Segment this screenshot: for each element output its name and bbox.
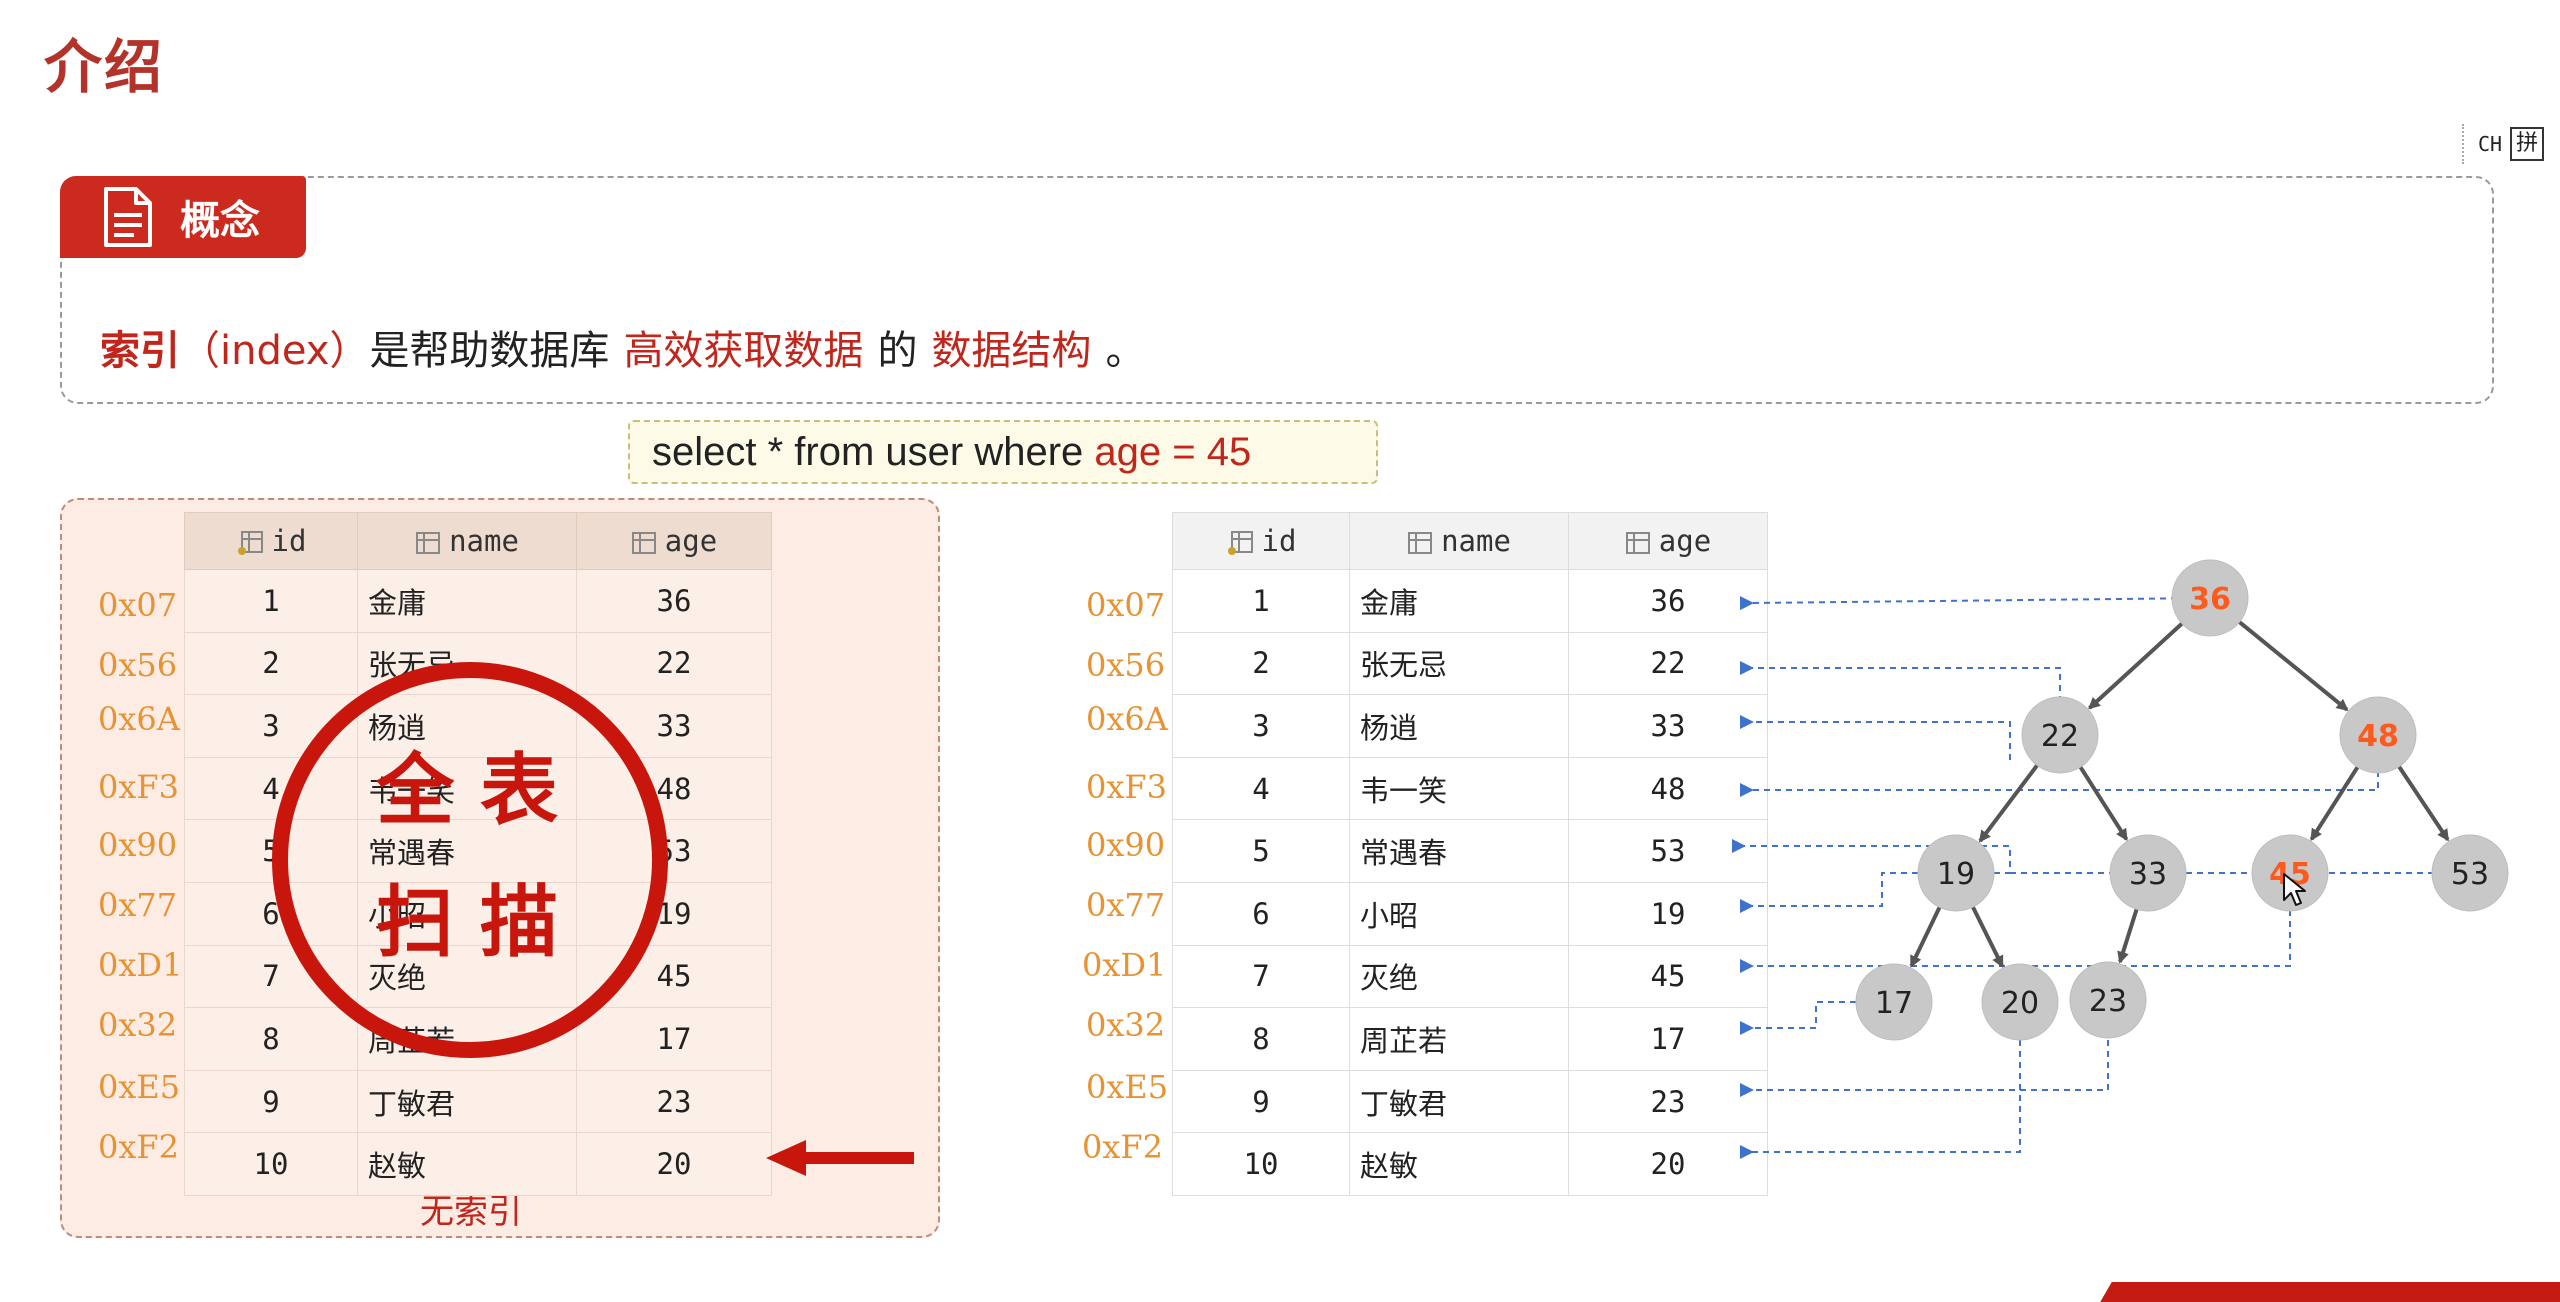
tree-node-label: 36 bbox=[2189, 582, 2231, 617]
tree-node-20: 20 bbox=[1981, 963, 2059, 1041]
tree-node-label: 17 bbox=[1875, 986, 1913, 1021]
tree-edge-22-33 bbox=[2078, 765, 2129, 841]
row-pointer-45 bbox=[1740, 872, 1918, 913]
tree-node-53: 53 bbox=[2431, 834, 2509, 912]
tree-node-22: 22 bbox=[2021, 696, 2099, 774]
tree-node-19: 19 bbox=[1917, 834, 1995, 912]
tree-edge-36-48 bbox=[2238, 620, 2349, 712]
index-tree: 3622 4819 33 45 5317 20 23 bbox=[1732, 559, 2509, 1159]
tree-edge-48-53 bbox=[2397, 765, 2450, 842]
row-pointer-53 bbox=[1740, 910, 2291, 973]
tree-edge-48-45 bbox=[2309, 765, 2360, 841]
tree-node-48: 48 bbox=[2339, 696, 2417, 774]
row-pointer-23 bbox=[1740, 1040, 2021, 1159]
tree-node-23: 23 bbox=[2069, 961, 2147, 1039]
tree-node-33: 33 bbox=[2109, 834, 2187, 912]
row-pointer-17 bbox=[1740, 1001, 1856, 1035]
tree-edge-19-17 bbox=[1909, 906, 1942, 968]
tree-node-label: 53 bbox=[2451, 857, 2489, 892]
row-pointer-22 bbox=[1740, 661, 2061, 735]
tree-edge-22-19 bbox=[1978, 764, 2039, 843]
tree-node-label: 19 bbox=[1937, 857, 1975, 892]
tree-edge-36-22 bbox=[2088, 622, 2184, 710]
tree-node-36: 36 bbox=[2171, 559, 2249, 637]
tree-edge-19-20 bbox=[1971, 906, 2005, 968]
row-pointer-48 bbox=[1740, 715, 2011, 760]
row-pointer-36 bbox=[1739, 596, 2211, 611]
tree-node-label: 22 bbox=[2041, 719, 2079, 754]
tree-node-label: 48 bbox=[2357, 719, 2399, 754]
row-pointer-20 bbox=[1740, 1040, 2109, 1097]
tree-node-17: 17 bbox=[1855, 963, 1933, 1041]
footer-ribbon bbox=[2100, 1282, 2560, 1302]
mouse-cursor-icon bbox=[2283, 873, 2306, 906]
tree-node-label: 23 bbox=[2089, 984, 2127, 1019]
tree-node-label: 20 bbox=[2001, 986, 2039, 1021]
tree-node-label: 33 bbox=[2129, 857, 2167, 892]
tree-edge-33-23 bbox=[2117, 908, 2139, 964]
